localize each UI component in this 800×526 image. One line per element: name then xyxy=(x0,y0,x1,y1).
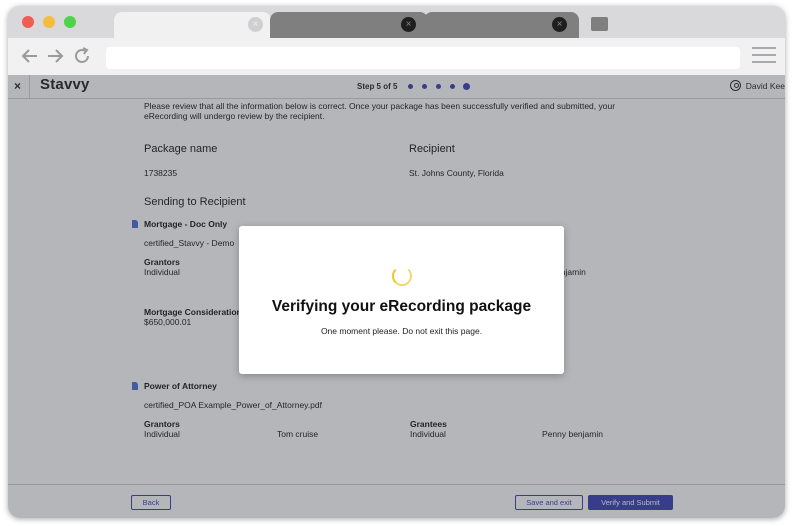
browser-tab-active[interactable]: × xyxy=(114,12,271,38)
browser-tab[interactable]: × xyxy=(424,12,579,38)
loading-spinner-icon xyxy=(392,266,412,286)
maximize-window-button[interactable] xyxy=(64,16,76,28)
web-page: × Stavvy Step 5 of 5 David Kee Please re… xyxy=(8,75,785,518)
browser-toolbar xyxy=(8,38,785,75)
back-arrow-icon[interactable] xyxy=(19,45,41,67)
menu-icon[interactable] xyxy=(752,47,776,69)
address-bar[interactable] xyxy=(106,47,740,69)
browser-window: × × × × Stavvy Step 5 of 5 David Kee Ple… xyxy=(8,6,785,518)
forward-arrow-icon[interactable] xyxy=(44,45,66,67)
close-tab-icon[interactable]: × xyxy=(552,17,567,32)
minimize-window-button[interactable] xyxy=(43,16,55,28)
browser-tab[interactable]: × xyxy=(270,12,428,38)
new-tab-button[interactable] xyxy=(591,17,608,31)
tab-strip: × × × xyxy=(8,6,785,38)
close-tab-icon[interactable]: × xyxy=(248,17,263,32)
modal-subtitle: One moment please. Do not exit this page… xyxy=(320,326,483,336)
reload-icon[interactable] xyxy=(71,45,93,67)
close-window-button[interactable] xyxy=(22,16,34,28)
modal-title: Verifying your eRecording package xyxy=(271,298,532,315)
verifying-modal: Verifying your eRecording package One mo… xyxy=(239,226,564,374)
close-tab-icon[interactable]: × xyxy=(401,17,416,32)
